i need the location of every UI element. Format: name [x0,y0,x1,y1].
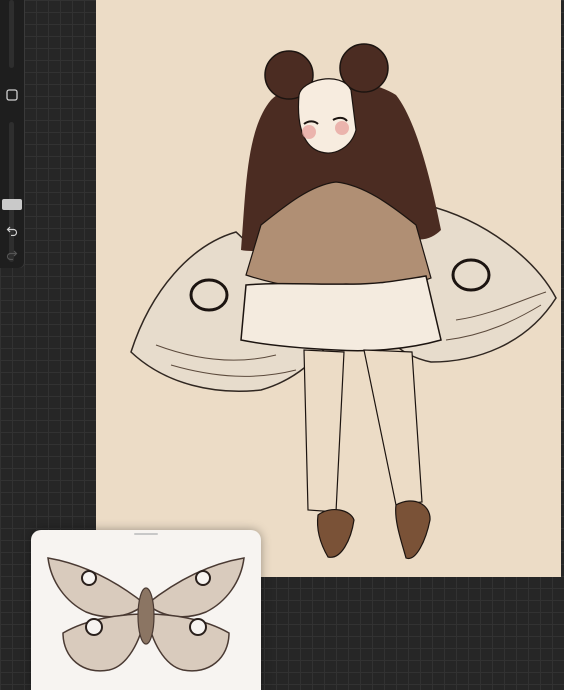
character-illustration [130,43,557,559]
opacity-slider[interactable] [9,122,14,262]
moth-forewing-right [145,557,245,618]
square-modify-icon [6,89,18,101]
moth-reference-image [47,557,245,672]
brush-size-slider[interactable] [9,0,14,68]
opacity-slider-thumb[interactable] [2,199,22,210]
moth-hindwing-left [62,613,146,672]
redo-arrow-icon [6,250,18,260]
leg-left [303,349,345,513]
redo-button[interactable] [3,245,21,263]
undo-button[interactable] [3,221,21,239]
reference-window[interactable] [31,530,261,690]
skirt [240,275,442,352]
tool-sidebar [0,0,24,268]
shoe-left [316,508,355,558]
drawing-canvas[interactable] [96,0,561,577]
moth-hindwing-right [146,613,230,672]
shoe-right [395,500,431,559]
modify-button[interactable] [3,86,21,104]
undo-arrow-icon [6,226,18,236]
face [297,78,357,154]
leg-right [363,349,423,506]
moth-forewing-left [47,557,147,618]
moth-body [137,587,155,645]
